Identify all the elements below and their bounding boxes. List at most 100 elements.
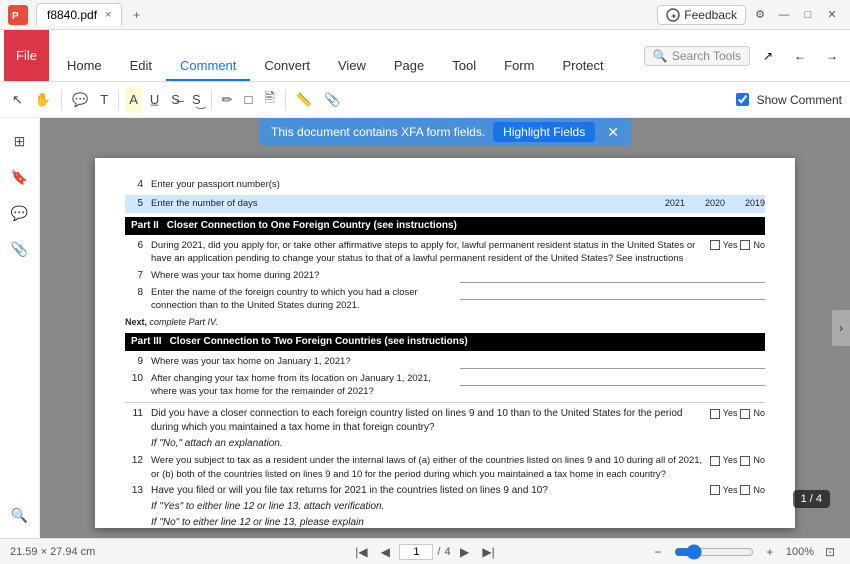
row-text-8: Enter the name of the foreign country to…	[151, 286, 456, 313]
q6-yes-checkbox[interactable]	[710, 240, 720, 250]
q6-no-checkbox[interactable]	[740, 240, 750, 250]
tab-form[interactable]: Form	[490, 52, 548, 81]
tab-protect[interactable]: Protect	[548, 52, 617, 81]
form-row-13: 13 Have you filed or will you file tax r…	[125, 484, 765, 528]
q7-input[interactable]	[460, 269, 765, 283]
xfa-banner: This document contains XFA form fields. …	[259, 118, 631, 146]
year-2021: 2021	[665, 197, 685, 210]
q12-yes-checkbox[interactable]	[710, 456, 720, 466]
search-icon[interactable]: 🔍	[5, 500, 35, 530]
q11-yes-no: Yes No	[710, 407, 765, 420]
row-text-4: Enter your passport number(s)	[151, 178, 765, 191]
share-icon-btn[interactable]: ↗	[754, 42, 782, 70]
row-num-9: 9	[125, 355, 143, 369]
file-menu[interactable]: File	[4, 30, 49, 81]
q10-input[interactable]	[460, 372, 765, 386]
freehand-btn[interactable]: ✏	[218, 87, 237, 113]
page-input[interactable]	[399, 544, 433, 560]
doc-area: This document contains XFA form fields. …	[40, 118, 850, 538]
back-icon-btn[interactable]: ←	[786, 42, 814, 70]
q9-input[interactable]	[460, 355, 765, 369]
toolbar: ↖ ✋ 💬 T A U̲ S̶ S͜ ✏ □ 🖹 📏 📎 Show Commen…	[0, 82, 850, 118]
underline-btn[interactable]: U̲	[146, 87, 163, 113]
text-note-btn[interactable]: T	[96, 87, 112, 113]
titlebar-controls: ✦ Feedback ⚙ — □ ✕	[657, 5, 842, 25]
q8-input[interactable]	[460, 286, 765, 300]
shape-btn[interactable]: □	[241, 87, 257, 113]
highlight-btn[interactable]: A	[125, 87, 142, 113]
bookmark-icon[interactable]: 🔖	[5, 162, 35, 192]
forward-icon-btn[interactable]: →	[818, 42, 846, 70]
sticky-note-btn[interactable]: 💬	[68, 87, 92, 113]
xfa-banner-close[interactable]: ✕	[607, 124, 619, 141]
settings-icon-btn[interactable]: ⚙	[750, 5, 770, 25]
select-tool-btn[interactable]: ↖	[8, 87, 27, 113]
next-page-button[interactable]: ▶	[455, 542, 475, 562]
stamp-btn[interactable]: 🖹	[260, 87, 278, 113]
year-row: 2021 2020 2019	[665, 197, 765, 210]
squiggly-btn[interactable]: S͜	[188, 87, 205, 113]
tab-edit[interactable]: Edit	[116, 52, 166, 81]
q13-no-text: If "No" to either line 12 or line 13, pl…	[151, 516, 364, 528]
q13-main-text: Have you filed or will you file tax retu…	[151, 484, 706, 498]
tab-tool[interactable]: Tool	[438, 52, 490, 81]
row-text-10: After changing your tax home from its lo…	[151, 372, 456, 399]
strikethrough-btn[interactable]: S̶	[167, 87, 184, 113]
tab-page[interactable]: Page	[380, 52, 438, 81]
feedback-button[interactable]: ✦ Feedback	[657, 5, 746, 25]
pan-tool-btn[interactable]: ✋	[31, 87, 55, 113]
q13-no-checkbox[interactable]	[740, 485, 750, 495]
q12-no-checkbox[interactable]	[740, 456, 750, 466]
pages-icon[interactable]: ⊞	[5, 126, 35, 156]
zoom-in-button[interactable]: +	[760, 542, 780, 562]
row-text-12: Were you subject to tax as a resident un…	[151, 454, 706, 481]
q13-yes-checkbox[interactable]	[710, 485, 720, 495]
last-page-button[interactable]: ▶|	[479, 542, 499, 562]
q13-explain-input[interactable]	[368, 516, 706, 528]
prev-page-button[interactable]: ◀	[375, 542, 395, 562]
tab-convert[interactable]: Convert	[250, 52, 324, 81]
show-comment-checkbox[interactable]	[736, 93, 749, 106]
new-tab-button[interactable]: +	[126, 5, 146, 25]
close-button[interactable]: ✕	[822, 5, 842, 25]
tab-view[interactable]: View	[324, 52, 380, 81]
page-size-label: 21.59 × 27.94 cm	[10, 546, 351, 558]
q12-yes-no: Yes No	[710, 454, 765, 467]
close-tab-button[interactable]: ×	[105, 9, 111, 21]
row-num-5: 5	[125, 197, 143, 211]
q11-no-checkbox[interactable]	[740, 409, 750, 419]
tab-comment[interactable]: Comment	[166, 52, 250, 81]
scroll-right-arrow[interactable]: ›	[832, 310, 850, 346]
q11-yes-checkbox[interactable]	[710, 409, 720, 419]
highlight-fields-button[interactable]: Highlight Fields	[493, 122, 595, 142]
attachment-icon[interactable]: 📎	[5, 234, 35, 264]
comment-icon[interactable]: 💬	[5, 198, 35, 228]
row-num-7: 7	[125, 269, 143, 283]
minimize-button[interactable]: —	[774, 5, 794, 25]
open-tab[interactable]: f8840.pdf ×	[36, 3, 122, 26]
maximize-button[interactable]: □	[798, 5, 818, 25]
main-area: ⊞ 🔖 💬 📎 🔍 This document contains XFA for…	[0, 118, 850, 538]
statusbar: 21.59 × 27.94 cm |◀ ◀ / 4 ▶ ▶| − + 100% …	[0, 538, 850, 564]
fit-page-button[interactable]: ⊡	[820, 542, 840, 562]
search-placeholder: Search Tools	[672, 49, 741, 63]
separator3	[211, 90, 212, 110]
attach-btn[interactable]: 📎	[320, 87, 344, 113]
first-page-button[interactable]: |◀	[351, 542, 371, 562]
year-2019: 2019	[745, 197, 765, 210]
tab-home[interactable]: Home	[53, 52, 116, 81]
app-logo: P	[8, 5, 28, 25]
part2-header: Part II Closer Connection to One Foreign…	[125, 217, 765, 235]
zoom-out-button[interactable]: −	[648, 542, 668, 562]
row-num-10: 10	[125, 372, 143, 386]
search-box[interactable]: 🔍 Search Tools	[644, 46, 750, 66]
search-icon: 🔍	[653, 49, 668, 63]
part3-label: Part III	[131, 335, 162, 349]
q11-no-text: If "No," attach an explanation.	[151, 437, 706, 451]
q6-yes-no: Yes No	[710, 239, 765, 252]
row-text-6: During 2021, did you apply for, or take …	[151, 239, 706, 266]
zoom-slider[interactable]	[674, 544, 754, 560]
zoom-area: − + 100% ⊡	[499, 542, 840, 562]
form-row-10: 10 After changing your tax home from its…	[125, 372, 765, 399]
measure-btn[interactable]: 📏	[292, 87, 316, 113]
